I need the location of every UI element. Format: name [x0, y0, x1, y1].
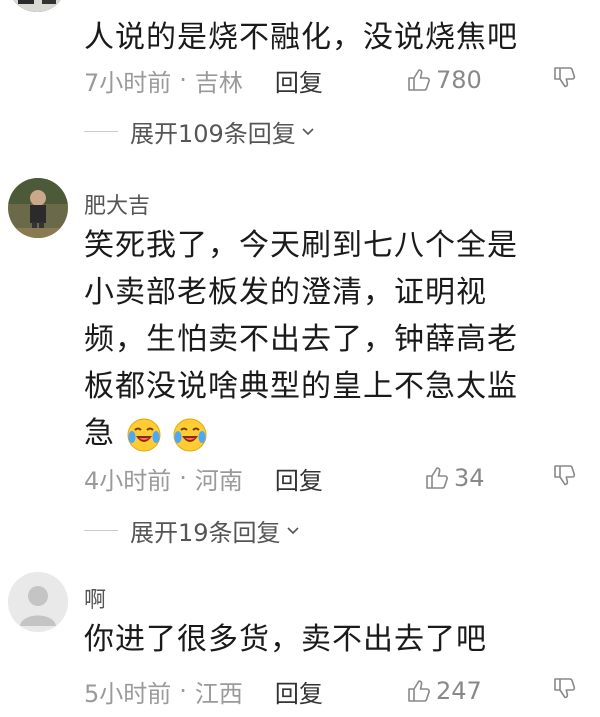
- avatar-image: [8, 0, 66, 12]
- comment-time: 5小时前: [84, 679, 172, 708]
- comment-content-line: 频，生怕卖不出去了，钟薛高老: [84, 322, 518, 357]
- comment-time: 7小时前: [84, 68, 172, 97]
- avatar[interactable]: [8, 572, 68, 632]
- separator-dot: ·: [179, 464, 187, 492]
- comment-meta: 4小时前 · 河南 回复 34: [84, 458, 578, 498]
- like-count: 34: [454, 464, 485, 492]
- crying-laughing-emoji: [127, 418, 161, 451]
- like-button[interactable]: 247: [406, 677, 482, 705]
- thumbs-down-icon: [554, 678, 576, 699]
- default-avatar-icon: [8, 572, 68, 632]
- like-button[interactable]: 34: [424, 464, 485, 492]
- crying-laughing-emoji: [173, 418, 207, 451]
- comment-username[interactable]: 啊: [84, 582, 106, 614]
- comment-meta: 5小时前 · 江西 回复 247: [84, 671, 578, 711]
- expand-replies-button[interactable]: 展开109条回复: [84, 113, 316, 149]
- reply-button[interactable]: 回复: [275, 674, 323, 709]
- dislike-button[interactable]: [552, 462, 578, 494]
- comment-content-line-last: 急: [84, 410, 584, 457]
- thumbs-down-icon: [554, 67, 576, 88]
- expand-replies-label: 展开19条回复: [130, 518, 281, 547]
- separator-dot: ·: [179, 677, 187, 705]
- comment-location: 河南: [194, 466, 243, 495]
- divider-line: [84, 130, 118, 132]
- chevron-down-icon: [286, 527, 299, 535]
- comment-content: 你进了很多货，卖不出去了吧: [84, 622, 487, 657]
- divider-line: [84, 529, 118, 531]
- dislike-button[interactable]: [552, 64, 578, 96]
- thumbs-down-icon: [554, 465, 576, 486]
- comment-content-line: 小卖部老板发的澄清，证明视: [84, 275, 487, 310]
- comment-content: 人说的是烧不融化，没说烧焦吧: [84, 20, 518, 55]
- like-count: 780: [436, 66, 482, 94]
- comment-content-line: 急: [84, 416, 115, 451]
- reply-button[interactable]: 回复: [275, 63, 323, 98]
- comment-content-line: 板都没说啥典型的皇上不急太监: [84, 369, 518, 404]
- comment-content-line: 笑死我了，今天刷到七八个全是: [84, 228, 518, 263]
- comment-time: 4小时前: [84, 466, 172, 495]
- comment-meta: 7小时前 · 吉林 回复 780: [84, 60, 578, 100]
- chevron-down-icon: [302, 128, 314, 136]
- thumbs-up-icon: [408, 680, 430, 702]
- expand-replies-button[interactable]: 展开19条回复: [84, 512, 301, 548]
- comment-content: 笑死我了，今天刷到七八个全是 小卖部老板发的澄清，证明视 频，生怕卖不出去了，钟…: [84, 222, 584, 457]
- comment-username[interactable]: 肥大吉: [84, 188, 150, 220]
- separator-dot: ·: [179, 66, 187, 94]
- like-button[interactable]: 780: [406, 66, 482, 94]
- expand-replies-label: 展开109条回复: [130, 119, 296, 148]
- avatar-image: [8, 178, 68, 238]
- thumbs-up-icon: [408, 69, 430, 91]
- comment-location: 江西: [194, 679, 243, 708]
- comment-location: 吉林: [194, 68, 243, 97]
- thumbs-up-icon: [426, 467, 448, 489]
- avatar[interactable]: [8, 0, 66, 12]
- dislike-button[interactable]: [552, 675, 578, 707]
- like-count: 247: [436, 677, 482, 705]
- avatar[interactable]: [8, 178, 68, 238]
- reply-button[interactable]: 回复: [275, 461, 323, 496]
